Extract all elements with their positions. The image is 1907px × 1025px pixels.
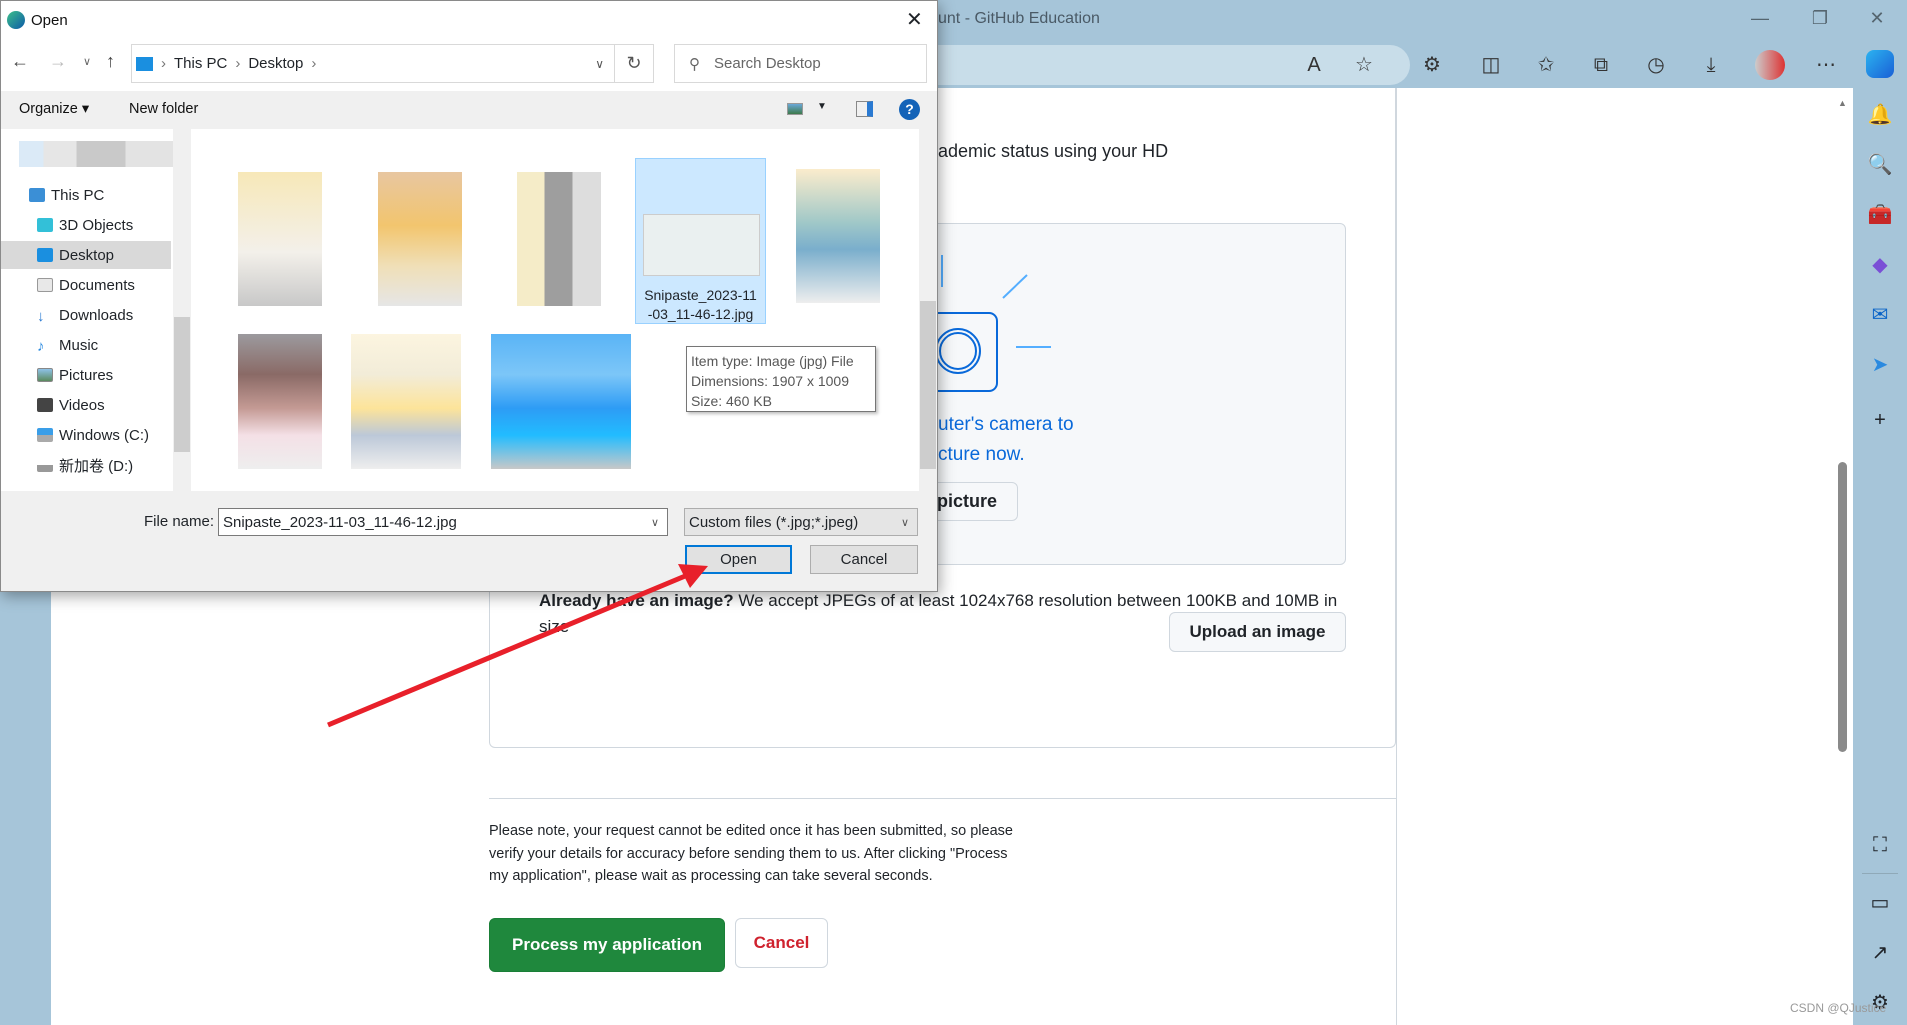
red-annotation-arrow (327, 564, 708, 728)
